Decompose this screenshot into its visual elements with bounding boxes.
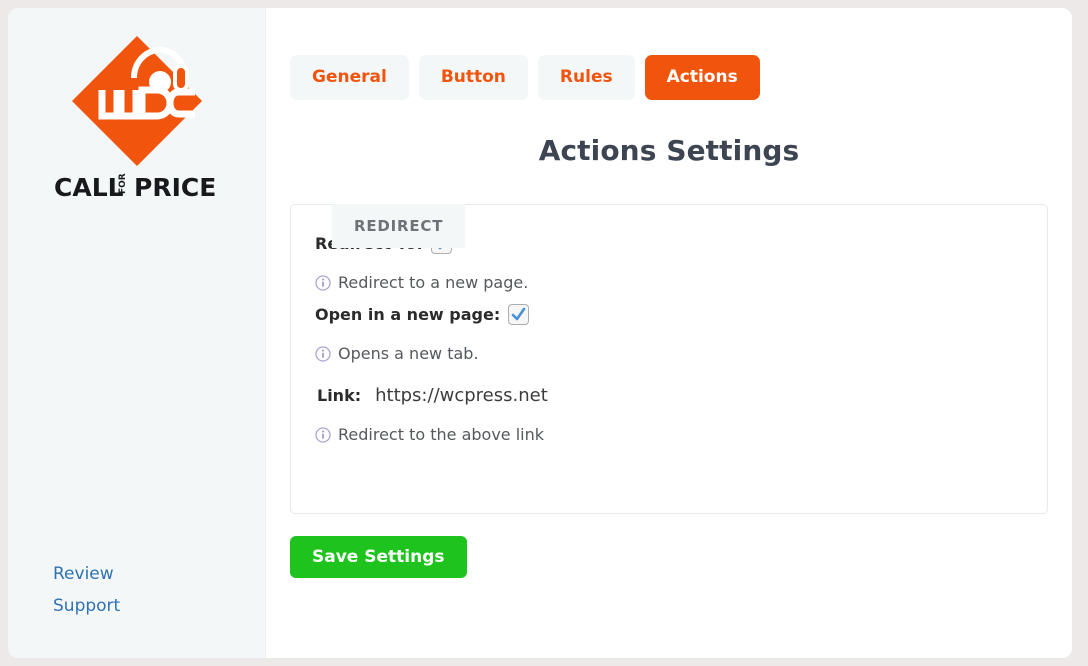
redirect-to-hint: Redirect to a new page. [315, 273, 1023, 292]
wordmark-for: FOR [118, 173, 128, 194]
wordmark-call: CALL [54, 173, 124, 202]
save-row: Save Settings [266, 514, 1072, 578]
open-new-page-row: Open in a new page: [315, 304, 1023, 325]
tab-actions[interactable]: Actions [644, 55, 760, 100]
wordmark-price: PRICE [134, 173, 216, 202]
sidebar-links: Review Support [53, 558, 120, 622]
brand-wordmark: CALL FOR PRICE [54, 173, 216, 202]
call-for-price-logo-icon [71, 36, 202, 166]
open-new-page-hint-text: Opens a new tab. [338, 344, 479, 363]
sidebar: CALL FOR PRICE Review Support [8, 8, 266, 658]
open-new-page-label: Open in a new page: [315, 305, 501, 324]
tab-general[interactable]: General [290, 55, 409, 100]
info-icon [315, 345, 331, 362]
app-window: CALL FOR PRICE Review Support General Bu… [8, 8, 1072, 658]
link-row: Link: [315, 385, 1023, 406]
link-label: Link: [317, 386, 362, 405]
save-settings-button[interactable]: Save Settings [290, 536, 467, 578]
open-new-page-checkbox[interactable] [508, 304, 530, 325]
settings-tabs: General Button Rules Actions [266, 8, 1072, 100]
brand-logo: CALL FOR PRICE [8, 8, 265, 202]
info-icon [315, 426, 331, 443]
redirect-panel-region: REDIRECT Redirect To: [290, 204, 1048, 514]
sidebar-link-review[interactable]: Review [53, 558, 120, 590]
link-hint: Redirect to the above link [315, 425, 1023, 444]
page-title: Actions Settings [538, 134, 800, 167]
panel-tab-redirect[interactable]: REDIRECT [332, 204, 466, 248]
redirect-panel: Redirect To: Redirect to a new page. [290, 204, 1048, 514]
info-icon [315, 274, 331, 291]
tab-button[interactable]: Button [418, 55, 528, 100]
open-new-page-hint: Opens a new tab. [315, 344, 1023, 363]
checkmark-icon [511, 307, 526, 321]
main-content: General Button Rules Actions Actions Set… [266, 8, 1072, 658]
link-input[interactable] [375, 385, 736, 406]
link-hint-text: Redirect to the above link [338, 425, 545, 444]
redirect-to-hint-text: Redirect to a new page. [338, 273, 529, 292]
sidebar-link-support[interactable]: Support [53, 590, 120, 622]
tab-rules[interactable]: Rules [537, 55, 635, 100]
